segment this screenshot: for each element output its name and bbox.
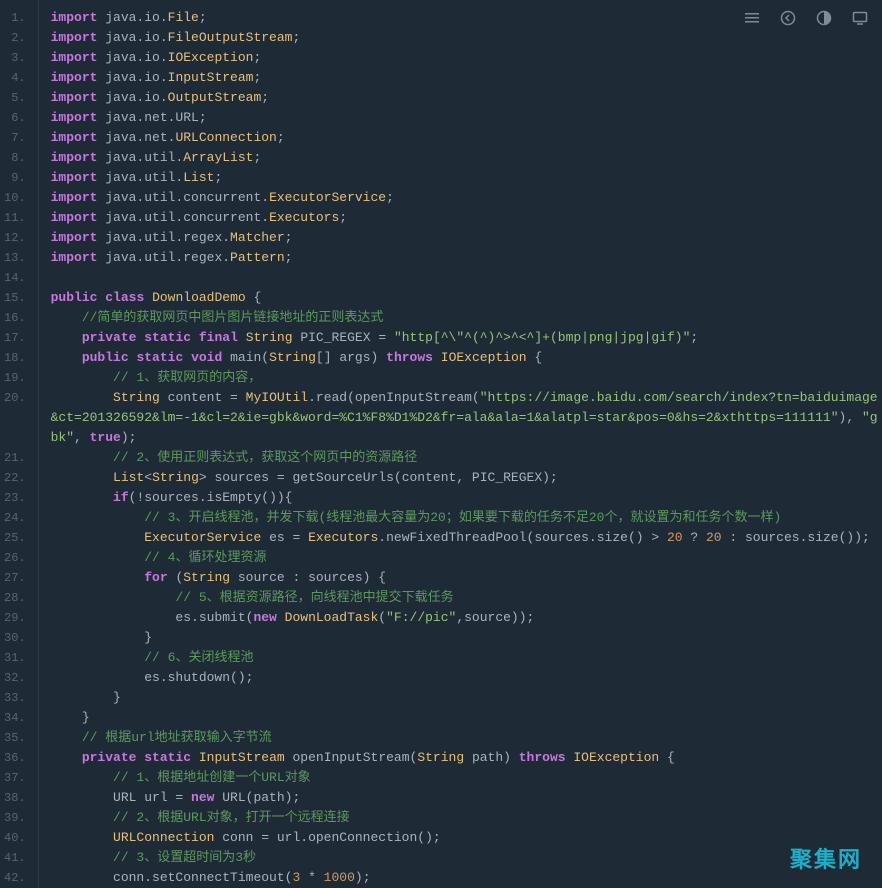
line-number: 29. xyxy=(4,608,30,628)
code-line: } xyxy=(51,628,882,648)
monitor-icon[interactable] xyxy=(852,10,868,26)
code-line: // 6、关闭线程池 xyxy=(51,648,882,668)
line-number: 4. xyxy=(4,68,30,88)
code-line: import java.util.concurrent.ExecutorServ… xyxy=(51,188,882,208)
code-line: bk", true); xyxy=(51,428,882,448)
line-number: 2. xyxy=(4,28,30,48)
editor-toolbar xyxy=(744,10,868,26)
code-area[interactable]: import java.io.File;import java.io.FileO… xyxy=(39,0,882,888)
code-line: if(!sources.isEmpty()){ xyxy=(51,488,882,508)
code-editor: 1.2.3.4.5.6.7.8.9.10.11.12.13.14.15.16.1… xyxy=(0,0,882,888)
line-number: 14. xyxy=(4,268,30,288)
line-number: 7. xyxy=(4,128,30,148)
line-number: 42. xyxy=(4,868,30,888)
line-number: 20. xyxy=(4,388,30,408)
code-line: import java.net.URLConnection; xyxy=(51,128,882,148)
line-number: 39. xyxy=(4,808,30,828)
code-line: } xyxy=(51,708,882,728)
line-number: 34. xyxy=(4,708,30,728)
code-line: // 1、获取网页的内容， xyxy=(51,368,882,388)
contrast-icon[interactable] xyxy=(816,10,832,26)
line-number: 30. xyxy=(4,628,30,648)
line-number: 13. xyxy=(4,248,30,268)
code-line: import java.io.InputStream; xyxy=(51,68,882,88)
code-line: // 5、根据资源路径，向线程池中提交下载任务 xyxy=(51,588,882,608)
line-number: 3. xyxy=(4,48,30,68)
line-number: 1. xyxy=(4,8,30,28)
code-line: String content = MyIOUtil.read(openInput… xyxy=(51,388,882,408)
code-line: // 2、根据URL对象，打开一个远程连接 xyxy=(51,808,882,828)
line-number: 16. xyxy=(4,308,30,328)
line-number: 40. xyxy=(4,828,30,848)
line-number: 32. xyxy=(4,668,30,688)
line-number: 15. xyxy=(4,288,30,308)
code-line: // 1、根据地址创建一个URL对象 xyxy=(51,768,882,788)
code-line: } xyxy=(51,688,882,708)
line-number: 37. xyxy=(4,768,30,788)
code-line: import java.util.regex.Matcher; xyxy=(51,228,882,248)
line-number: 36. xyxy=(4,748,30,768)
line-number: 18. xyxy=(4,348,30,368)
code-line: import java.io.IOException; xyxy=(51,48,882,68)
code-line: // 3、开启线程池，并发下载(线程池最大容量为20；如果要下载的任务不足20个… xyxy=(51,508,882,528)
line-number: 22. xyxy=(4,468,30,488)
code-line: ExecutorService es = Executors.newFixedT… xyxy=(51,528,882,548)
line-number: 31. xyxy=(4,648,30,668)
line-number: 21. xyxy=(4,448,30,468)
line-number: 17. xyxy=(4,328,30,348)
code-line: for (String source : sources) { xyxy=(51,568,882,588)
code-line: import java.util.concurrent.Executors; xyxy=(51,208,882,228)
code-line: conn.setConnectTimeout(3 * 1000); xyxy=(51,868,882,888)
line-number: 38. xyxy=(4,788,30,808)
line-number-gutter: 1.2.3.4.5.6.7.8.9.10.11.12.13.14.15.16.1… xyxy=(0,0,39,888)
watermark: 聚集网 xyxy=(790,842,862,874)
code-line: // 根据url地址获取输入字节流 xyxy=(51,728,882,748)
line-number: 33. xyxy=(4,688,30,708)
code-line: &ct=201326592&lm=-1&cl=2&ie=gbk&word=%C1… xyxy=(51,408,882,428)
code-line xyxy=(51,268,882,288)
line-number: 12. xyxy=(4,228,30,248)
line-number: 23. xyxy=(4,488,30,508)
code-line: // 2、使用正则表达式，获取这个网页中的资源路径 xyxy=(51,448,882,468)
code-line: // 4、循环处理资源 xyxy=(51,548,882,568)
line-number: 5. xyxy=(4,88,30,108)
line-number xyxy=(4,408,30,428)
code-line: import java.util.ArrayList; xyxy=(51,148,882,168)
line-number: 19. xyxy=(4,368,30,388)
line-number: 27. xyxy=(4,568,30,588)
line-number xyxy=(4,428,30,448)
code-line: private static InputStream openInputStre… xyxy=(51,748,882,768)
code-line: import java.io.FileOutputStream; xyxy=(51,28,882,48)
code-line: import java.net.URL; xyxy=(51,108,882,128)
code-line: public class DownloadDemo { xyxy=(51,288,882,308)
code-line: import java.io.OutputStream; xyxy=(51,88,882,108)
code-line: es.shutdown(); xyxy=(51,668,882,688)
line-number: 26. xyxy=(4,548,30,568)
code-line: //简单的获取网页中图片图片链接地址的正则表达式 xyxy=(51,308,882,328)
line-number: 24. xyxy=(4,508,30,528)
line-number: 6. xyxy=(4,108,30,128)
code-line: URL url = new URL(path); xyxy=(51,788,882,808)
line-number: 8. xyxy=(4,148,30,168)
line-number: 41. xyxy=(4,848,30,868)
line-number: 35. xyxy=(4,728,30,748)
code-line: import java.util.regex.Pattern; xyxy=(51,248,882,268)
line-number: 9. xyxy=(4,168,30,188)
code-line: URLConnection conn = url.openConnection(… xyxy=(51,828,882,848)
arrow-left-circle-icon[interactable] xyxy=(780,10,796,26)
line-number: 25. xyxy=(4,528,30,548)
code-line: List<String> sources = getSourceUrls(con… xyxy=(51,468,882,488)
line-number: 10. xyxy=(4,188,30,208)
code-line: private static final String PIC_REGEX = … xyxy=(51,328,882,348)
code-line: // 3、设置超时间为3秒 xyxy=(51,848,882,868)
list-icon[interactable] xyxy=(744,10,760,26)
code-line: import java.util.List; xyxy=(51,168,882,188)
line-number: 11. xyxy=(4,208,30,228)
line-number: 28. xyxy=(4,588,30,608)
code-line: es.submit(new DownLoadTask("F://pic",sou… xyxy=(51,608,882,628)
code-line: public static void main(String[] args) t… xyxy=(51,348,882,368)
